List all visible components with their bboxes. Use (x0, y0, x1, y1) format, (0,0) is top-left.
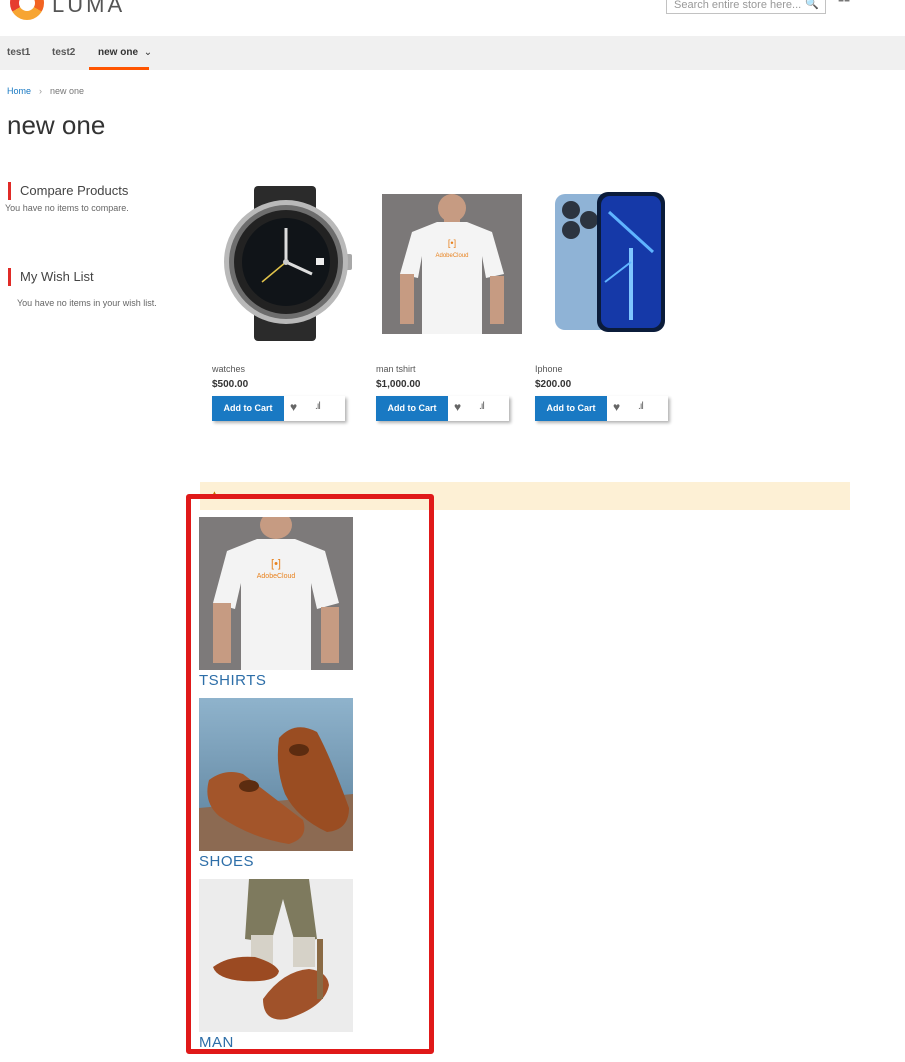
product-actions: Add to Cart ♥ .ıl (376, 396, 509, 421)
category-label[interactable]: MAN (199, 1034, 234, 1051)
product-actions: Add to Cart ♥ .ıl (212, 396, 345, 421)
nav-item-test1[interactable]: test1 (7, 36, 30, 70)
product-image-tshirt[interactable]: [•] AdobeCloud (382, 194, 522, 334)
product-price: $500.00 (212, 379, 249, 390)
category-item[interactable]: SHOES (199, 698, 353, 873)
category-image-man[interactable] (199, 879, 353, 1032)
cart-icon[interactable]: ■■ (838, 0, 850, 5)
product-item: watches $500.00 Add to Cart ♥ .ıl (212, 186, 392, 436)
product-name[interactable]: Iphone (535, 364, 563, 374)
svg-text:[•]: [•] (271, 558, 281, 570)
category-label[interactable]: SHOES (199, 853, 254, 870)
warning-icon: ▲ (208, 487, 221, 502)
category-item[interactable]: [•] AdobeCloud TSHIRTS (199, 517, 353, 692)
breadcrumb-separator: › (39, 86, 43, 96)
nav-item-test2[interactable]: test2 (52, 36, 75, 70)
svg-text:AdobeCloud: AdobeCloud (257, 573, 296, 580)
logo-text[interactable]: LUMA (52, 0, 125, 18)
compare-icon[interactable]: .ıl (638, 401, 644, 412)
product-item: Iphone $200.00 Add to Cart ♥ .ıl (535, 186, 715, 436)
search-placeholder: Search entire store here... (674, 0, 802, 11)
svg-text:AdobeCloud: AdobeCloud (435, 253, 468, 259)
nav-item-label: new one (98, 47, 139, 58)
wishlist-title: My Wish List (8, 268, 94, 286)
breadcrumb: Home › new one (7, 86, 84, 96)
category-item[interactable]: MAN (199, 879, 353, 1054)
category-image-shoes[interactable] (199, 698, 353, 851)
page-title: new one (7, 110, 106, 140)
heart-icon[interactable]: ♥ (613, 400, 620, 414)
svg-text:[•]: [•] (448, 238, 456, 248)
product-name[interactable]: watches (212, 364, 245, 374)
page-header: LUMA Search entire store here... 🔍 ■■ (0, 0, 905, 36)
compare-icon[interactable]: .ıl (479, 401, 485, 412)
add-to-cart-button[interactable]: Add to Cart (535, 396, 607, 421)
product-image-watch[interactable] (212, 186, 362, 341)
search-input[interactable]: Search entire store here... 🔍 (666, 0, 826, 14)
product-item: [•] AdobeCloud man tshirt $1,000.00 Add … (376, 186, 556, 436)
breadcrumb-current: new one (50, 86, 85, 96)
search-icon[interactable]: 🔍 (805, 0, 819, 10)
compare-empty-text: You have no items to compare. (5, 203, 129, 213)
main-navigation: test1 test2 new one ⌄ (0, 36, 905, 70)
product-price: $1,000.00 (376, 379, 421, 390)
product-actions: Add to Cart ♥ .ıl (535, 396, 668, 421)
heart-icon[interactable]: ♥ (290, 400, 297, 414)
add-to-cart-button[interactable]: Add to Cart (376, 396, 448, 421)
product-name[interactable]: man tshirt (376, 364, 416, 374)
category-label[interactable]: TSHIRTS (199, 672, 266, 689)
luma-logo-icon[interactable] (10, 0, 44, 20)
product-image-iphone[interactable] (555, 192, 665, 334)
nav-item-new-one[interactable]: new one ⌄ (89, 36, 153, 70)
notice-message: ▲ (200, 482, 850, 510)
compare-icon[interactable]: .ıl (315, 401, 321, 412)
product-price: $200.00 (535, 379, 572, 390)
wishlist-empty-text: You have no items in your wish list. (17, 298, 157, 308)
category-image-tshirts[interactable]: [•] AdobeCloud (199, 517, 353, 670)
breadcrumb-home-link[interactable]: Home (7, 86, 31, 96)
add-to-cart-button[interactable]: Add to Cart (212, 396, 284, 421)
heart-icon[interactable]: ♥ (454, 400, 461, 414)
chevron-down-icon: ⌄ (143, 47, 153, 58)
compare-products-title: Compare Products (8, 182, 128, 200)
